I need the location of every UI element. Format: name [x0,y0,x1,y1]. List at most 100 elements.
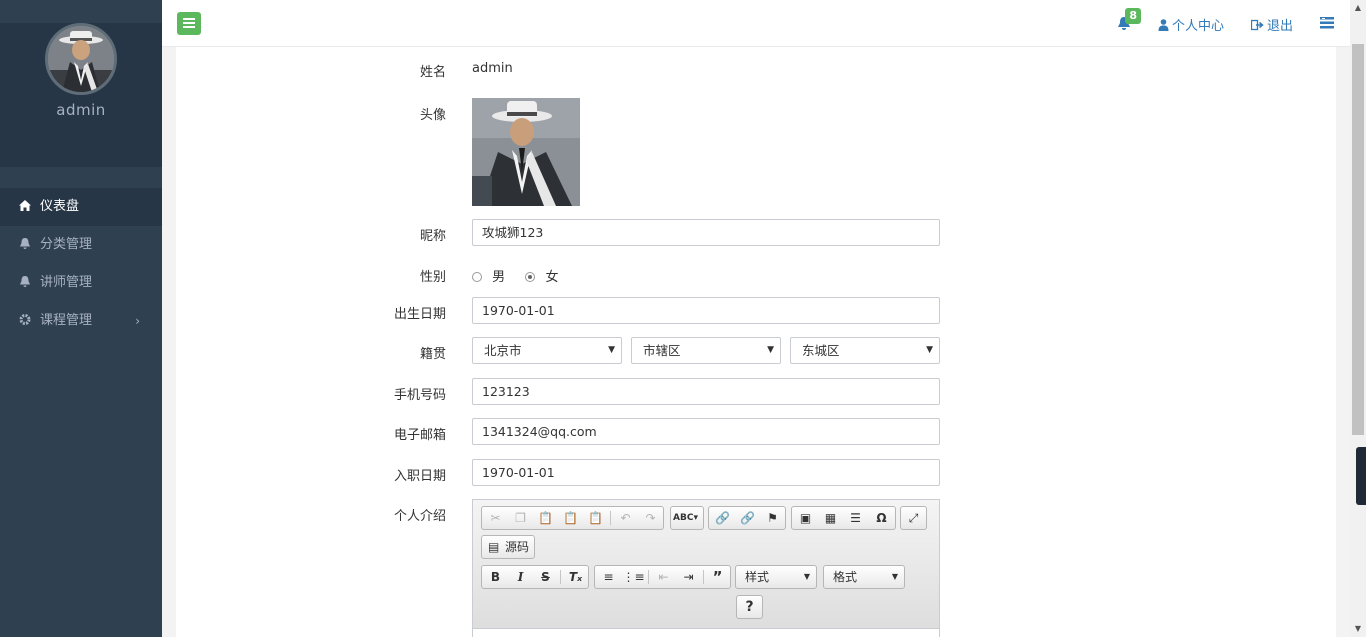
province-select[interactable]: 北京市 ▼ [472,337,622,364]
nickname-input[interactable]: 攻城狮123 [472,219,940,246]
sidebar-item-label: 课程管理 [40,313,93,328]
chevron-right-icon: › [135,314,140,328]
help-toolbar-group: ? [736,595,763,619]
notification-badge: 8 [1125,8,1141,24]
sidebar-item-teacher[interactable]: 讲师管理 [0,264,162,302]
paste-text-icon[interactable]: 📋 [558,507,583,529]
link-toolbar-group: 🔗 🔗 ⚑ [708,506,786,530]
cut-icon[interactable]: ✂ [483,507,508,529]
maximize-toolbar-group: ⤢ [900,506,927,530]
editor-content-area[interactable] [473,628,939,637]
email-label: 电子邮箱 [393,428,446,443]
intro-label: 个人介绍 [393,509,446,524]
outdent-icon[interactable]: ⇤ [651,566,676,588]
horizontal-line-icon[interactable]: ☰ [843,507,868,529]
dropdown-arrow-icon: ▼ [608,345,615,355]
help-button[interactable]: ? [737,596,762,618]
numbered-list-icon[interactable]: ≡ [596,566,621,588]
profile-center-link[interactable]: 个人中心 [1158,15,1224,34]
gender-female-label: 女 [545,270,559,285]
side-widget-tab[interactable] [1356,447,1366,505]
birthday-label: 出生日期 [393,307,446,322]
sidebar-nav: 仪表盘 分类管理 讲师管理 课程管理 › [0,188,162,340]
sidebar-item-category[interactable]: 分类管理 [0,226,162,264]
bell-icon [20,276,30,287]
sidebar-item-course[interactable]: 课程管理 › [0,302,162,340]
gender-female-radio[interactable] [525,272,536,282]
source-icon: ▤ [488,540,500,554]
special-char-icon[interactable]: Ω [869,507,894,529]
gender-male-label: 男 [492,270,506,285]
phone-input[interactable]: 123123 [472,378,940,405]
right-sidebar-toggle-icon[interactable] [1320,17,1334,29]
hire-date-label: 入职日期 [393,469,446,484]
remove-format-icon[interactable]: Tₓ [563,566,588,588]
style-dropdown[interactable]: 样式 ▼ [735,565,817,589]
paste-word-icon[interactable]: 📋 [583,507,608,529]
email-input[interactable]: 1341324@qq.com [472,418,940,445]
blockquote-icon[interactable]: ” [705,566,730,588]
sidebar-item-dashboard[interactable]: 仪表盘 [0,188,162,226]
topbar: 8 个人中心 退出 [162,0,1350,47]
menu-icon-bar [183,18,195,20]
paste-icon[interactable]: 📋 [533,507,558,529]
scroll-down-arrow-icon[interactable]: ▼ [1350,621,1366,637]
list-toolbar-group: ≡ ⋮≡ ⇤ ⇥ ” [594,565,731,589]
gender-male-radio[interactable] [472,272,482,282]
city-select[interactable]: 市辖区 ▼ [631,337,781,364]
phone-label: 手机号码 [393,388,446,403]
gender-radio-group: 男 女 [472,266,558,285]
page-scrollbar[interactable]: ▲ ▼ [1350,0,1366,637]
strikethrough-icon[interactable]: S [533,566,558,588]
avatar-image[interactable] [472,98,580,206]
profile-block: admin [0,23,162,167]
menu-toggle-button[interactable] [177,12,201,35]
bold-icon[interactable]: B [483,566,508,588]
city-value: 市辖区 [643,343,681,358]
image-icon[interactable]: ▣ [793,507,818,529]
format-dropdown-label: 格式 [833,570,858,584]
style-dropdown-label: 样式 [745,570,770,584]
sign-out-icon [1250,19,1264,31]
source-toolbar-group[interactable]: ▤ 源码 [481,535,535,559]
anchor-flag-icon[interactable]: ⚑ [760,507,785,529]
district-select[interactable]: 东城区 ▼ [790,337,940,364]
redo-icon[interactable]: ↷ [638,507,663,529]
menu-icon-bar [183,26,195,28]
province-value: 北京市 [484,343,522,358]
copy-icon[interactable]: ❐ [508,507,533,529]
nickname-label: 昵称 [419,229,446,244]
insert-toolbar-group: ▣ ▦ ☰ Ω [791,506,896,530]
logout-link[interactable]: 退出 [1250,15,1293,34]
indent-icon[interactable]: ⇥ [676,566,701,588]
toolbar-separator [560,570,561,584]
sidebar-avatar[interactable] [45,23,117,95]
district-value: 东城区 [802,343,840,358]
hire-date-input[interactable]: 1970-01-01 [472,459,940,486]
bell-icon [20,238,30,249]
toolbar-separator [703,570,704,584]
bulleted-list-icon[interactable]: ⋮≡ [621,566,646,588]
birthday-input[interactable]: 1970-01-01 [472,297,940,324]
table-icon[interactable]: ▦ [818,507,843,529]
undo-icon[interactable]: ↶ [613,507,638,529]
toolbar-separator [610,511,611,525]
spellcheck-icon[interactable]: ABC▾ [673,507,698,529]
unlink-icon[interactable]: 🔗 [735,507,760,529]
format-dropdown[interactable]: 格式 ▼ [823,565,905,589]
scrollbar-thumb[interactable] [1352,44,1364,435]
maximize-icon[interactable]: ⤢ [901,507,926,529]
source-button-label: 源码 [505,540,530,554]
home-icon [19,200,31,211]
gear-icon [19,314,31,325]
user-icon [1158,19,1169,31]
italic-icon[interactable]: I [508,566,533,588]
scroll-up-arrow-icon[interactable]: ▲ [1350,0,1366,16]
sidebar-item-label: 仪表盘 [40,199,80,214]
dropdown-arrow-icon: ▼ [803,572,810,581]
link-icon[interactable]: 🔗 [710,507,735,529]
sidebar-username: admin [56,101,106,119]
spellcheck-toolbar-group: ABC▾ [670,506,704,530]
sidebar: admin 仪表盘 分类管理 讲师管理 课程管理 › [0,0,162,637]
profile-form-panel: 姓名 admin 头像 昵称 攻城狮123 性别 男 女 出生日期 1970-0… [176,47,1336,637]
